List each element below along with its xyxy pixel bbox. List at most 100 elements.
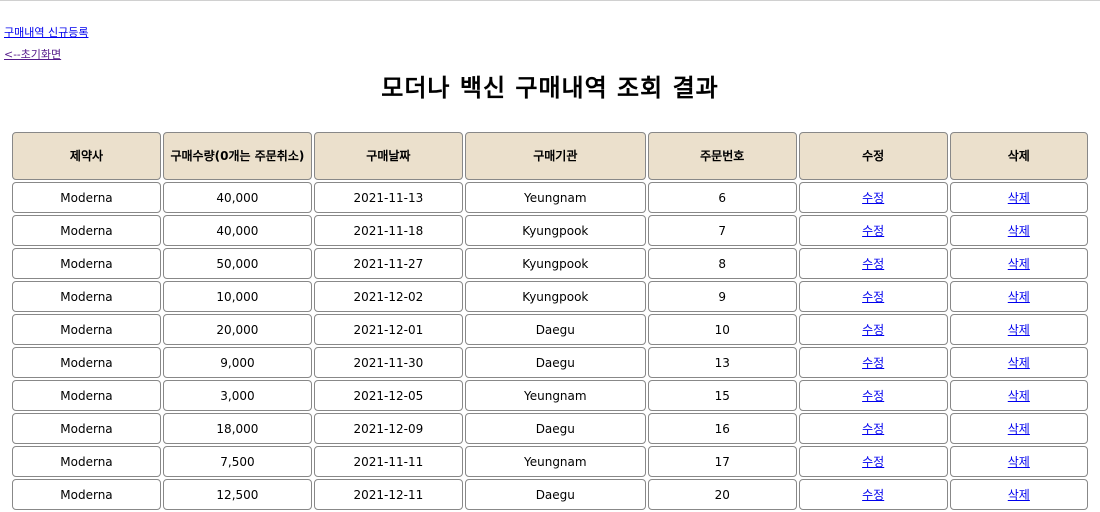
edit-cell: 수정 xyxy=(798,314,948,345)
new-purchase-link[interactable]: 구매내역 신규등록 xyxy=(4,24,88,40)
table-header-row: 제약사 구매수량(0개는 주문취소) 구매날짜 구매기관 주문번호 수정 삭제 xyxy=(12,132,1088,180)
cell-company: Moderna xyxy=(12,380,161,411)
edit-cell: 수정 xyxy=(798,248,948,279)
header-edit: 수정 xyxy=(798,132,948,180)
cell-quantity: 40,000 xyxy=(162,182,312,213)
table-row: Moderna 3,000 2021-12-05 Yeungnam 15 수정 삭제 xyxy=(12,380,1088,411)
cell-organization: Yeungnam xyxy=(464,380,646,411)
cell-organization: Daegu xyxy=(464,479,646,510)
edit-link[interactable]: 수정 xyxy=(862,356,884,370)
top-divider xyxy=(0,0,1100,1)
page-title: 모더나 백신 구매내역 조회 결과 xyxy=(381,74,719,102)
table-row: Moderna 50,000 2021-11-27 Kyungpook 8 수정 삭제 xyxy=(12,248,1088,279)
cell-quantity: 18,000 xyxy=(162,413,312,444)
cell-company: Moderna xyxy=(12,314,161,345)
header-organization: 구매기관 xyxy=(464,132,646,180)
cell-date: 2021-11-18 xyxy=(313,215,463,246)
edit-link[interactable]: 수정 xyxy=(862,389,884,403)
delete-cell: 삭제 xyxy=(949,215,1088,246)
cell-date: 2021-12-11 xyxy=(313,479,463,510)
cell-company: Moderna xyxy=(12,281,161,312)
cell-quantity: 20,000 xyxy=(162,314,312,345)
delete-cell: 삭제 xyxy=(949,314,1088,345)
delete-link[interactable]: 삭제 xyxy=(1008,356,1030,370)
cell-order-number: 7 xyxy=(647,215,797,246)
delete-cell: 삭제 xyxy=(949,347,1088,378)
cell-quantity: 12,500 xyxy=(162,479,312,510)
table-row: Moderna 10,000 2021-12-02 Kyungpook 9 수정 삭제 xyxy=(12,281,1088,312)
cell-quantity: 7,500 xyxy=(162,446,312,477)
edit-link[interactable]: 수정 xyxy=(862,257,884,271)
table-row: Moderna 40,000 2021-11-18 Kyungpook 7 수정 삭제 xyxy=(12,215,1088,246)
edit-cell: 수정 xyxy=(798,380,948,411)
table-row: Moderna 12,500 2021-12-11 Daegu 20 수정 삭제 xyxy=(12,479,1088,510)
cell-company: Moderna xyxy=(12,347,161,378)
cell-quantity: 3,000 xyxy=(162,380,312,411)
edit-cell: 수정 xyxy=(798,479,948,510)
edit-link[interactable]: 수정 xyxy=(862,224,884,238)
cell-order-number: 17 xyxy=(647,446,797,477)
delete-link[interactable]: 삭제 xyxy=(1008,290,1030,304)
cell-order-number: 10 xyxy=(647,314,797,345)
cell-organization: Kyungpook xyxy=(464,248,646,279)
edit-link[interactable]: 수정 xyxy=(862,455,884,469)
delete-link[interactable]: 삭제 xyxy=(1008,422,1030,436)
cell-company: Moderna xyxy=(12,446,161,477)
home-link[interactable]: <--초기화면 xyxy=(4,46,61,62)
cell-company: Moderna xyxy=(12,182,161,213)
cell-organization: Kyungpook xyxy=(464,281,646,312)
cell-date: 2021-12-02 xyxy=(313,281,463,312)
delete-cell: 삭제 xyxy=(949,479,1088,510)
delete-link[interactable]: 삭제 xyxy=(1008,389,1030,403)
edit-cell: 수정 xyxy=(798,281,948,312)
cell-organization: Kyungpook xyxy=(464,215,646,246)
cell-organization: Daegu xyxy=(464,347,646,378)
cell-date: 2021-12-05 xyxy=(313,380,463,411)
cell-company: Moderna xyxy=(12,479,161,510)
cell-date: 2021-11-13 xyxy=(313,182,463,213)
delete-cell: 삭제 xyxy=(949,248,1088,279)
edit-link[interactable]: 수정 xyxy=(862,323,884,337)
cell-organization: Daegu xyxy=(464,314,646,345)
cell-order-number: 13 xyxy=(647,347,797,378)
cell-quantity: 50,000 xyxy=(162,248,312,279)
cell-date: 2021-12-09 xyxy=(313,413,463,444)
cell-order-number: 8 xyxy=(647,248,797,279)
cell-date: 2021-11-27 xyxy=(313,248,463,279)
edit-cell: 수정 xyxy=(798,215,948,246)
edit-link[interactable]: 수정 xyxy=(862,191,884,205)
table-row: Moderna 7,500 2021-11-11 Yeungnam 17 수정 삭제 xyxy=(12,446,1088,477)
delete-link[interactable]: 삭제 xyxy=(1008,191,1030,205)
table-row: Moderna 40,000 2021-11-13 Yeungnam 6 수정 삭제 xyxy=(12,182,1088,213)
cell-quantity: 9,000 xyxy=(162,347,312,378)
delete-link[interactable]: 삭제 xyxy=(1008,488,1030,502)
header-date: 구매날짜 xyxy=(313,132,463,180)
cell-organization: Daegu xyxy=(464,413,646,444)
cell-quantity: 10,000 xyxy=(162,281,312,312)
cell-quantity: 40,000 xyxy=(162,215,312,246)
header-delete: 삭제 xyxy=(949,132,1088,180)
cell-organization: Yeungnam xyxy=(464,182,646,213)
delete-link[interactable]: 삭제 xyxy=(1008,455,1030,469)
delete-cell: 삭제 xyxy=(949,446,1088,477)
delete-link[interactable]: 삭제 xyxy=(1008,257,1030,271)
edit-cell: 수정 xyxy=(798,413,948,444)
edit-cell: 수정 xyxy=(798,446,948,477)
delete-cell: 삭제 xyxy=(949,413,1088,444)
purchase-table: 제약사 구매수량(0개는 주문취소) 구매날짜 구매기관 주문번호 수정 삭제 … xyxy=(10,130,1090,512)
header-order-number: 주문번호 xyxy=(647,132,797,180)
edit-link[interactable]: 수정 xyxy=(862,290,884,304)
edit-link[interactable]: 수정 xyxy=(862,422,884,436)
cell-company: Moderna xyxy=(12,215,161,246)
cell-order-number: 16 xyxy=(647,413,797,444)
edit-link[interactable]: 수정 xyxy=(862,488,884,502)
cell-order-number: 20 xyxy=(647,479,797,510)
cell-order-number: 6 xyxy=(647,182,797,213)
delete-cell: 삭제 xyxy=(949,182,1088,213)
cell-company: Moderna xyxy=(12,413,161,444)
edit-cell: 수정 xyxy=(798,182,948,213)
delete-link[interactable]: 삭제 xyxy=(1008,323,1030,337)
delete-link[interactable]: 삭제 xyxy=(1008,224,1030,238)
cell-company: Moderna xyxy=(12,248,161,279)
cell-organization: Yeungnam xyxy=(464,446,646,477)
